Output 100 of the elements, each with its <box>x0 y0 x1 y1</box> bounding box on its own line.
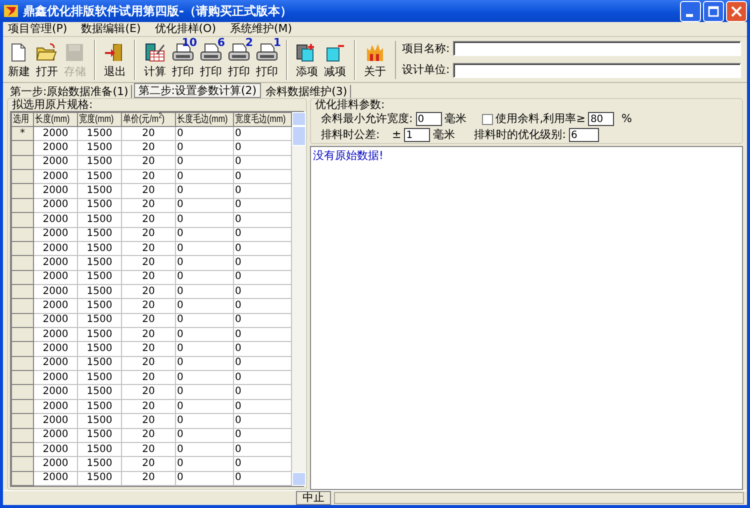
field-label: 项目名称: <box>402 40 450 56</box>
table-cell: 20 <box>122 414 176 428</box>
table-cell: 0 <box>234 313 292 328</box>
table-cell: 0 <box>176 370 234 385</box>
table-cell: 2000 <box>34 184 78 198</box>
table-cell: 2000 <box>34 399 78 414</box>
row-selector[interactable]: * <box>12 126 34 141</box>
tab[interactable]: 第一步:原始数据准备(1) <box>7 85 132 98</box>
table-cell: 0 <box>176 126 234 141</box>
table-cell: 2000 <box>34 284 78 299</box>
toolbar-button[interactable]: 减项 <box>321 38 349 82</box>
table-cell: 20 <box>122 241 176 256</box>
column-header: 宽度毛边(mm) <box>235 113 286 126</box>
toolbar-button[interactable]: 添项 <box>293 38 321 82</box>
table-cell: 0 <box>234 428 292 442</box>
table-cell: 0 <box>176 270 234 284</box>
table-cell: 1500 <box>78 212 122 228</box>
table-cell: 20 <box>122 370 176 385</box>
table-cell: 0 <box>234 198 292 213</box>
stop-button[interactable]: 中止 <box>296 491 331 505</box>
table-cell: 1500 <box>78 140 122 156</box>
table-cell: 2000 <box>34 155 78 170</box>
scrollbar[interactable] <box>292 112 306 486</box>
menu-item[interactable]: 系统维护(M) <box>230 20 292 38</box>
calculator-icon <box>144 42 166 64</box>
app-icon <box>3 3 19 19</box>
table-cell: 1500 <box>78 313 122 328</box>
table-cell: 20 <box>122 384 176 400</box>
column-header: 选用 <box>13 113 29 126</box>
table-cell: 20 <box>122 428 176 442</box>
field-label: 余料最小允许宽度: <box>321 110 413 127</box>
scroll-thumb[interactable] <box>292 126 306 146</box>
table-cell: 1500 <box>78 356 122 371</box>
table-cell: 2000 <box>34 170 78 184</box>
toolbar-button[interactable]: 2 打印 <box>225 38 253 82</box>
table-cell: 1500 <box>78 198 122 213</box>
table-cell: 2000 <box>34 126 78 141</box>
toolbar-button[interactable]: 打开 <box>33 38 61 82</box>
table-cell: 0 <box>176 313 234 328</box>
close-button[interactable] <box>726 0 747 22</box>
menu-item[interactable]: 优化排样(O) <box>154 20 216 38</box>
table-cell: 20 <box>122 284 176 299</box>
toolbar-button[interactable]: 6 打印 <box>197 38 225 82</box>
menu-item[interactable]: 数据编辑(E) <box>81 20 141 38</box>
table-cell: 0 <box>234 342 292 356</box>
toolbar-button[interactable]: 10 打印 <box>169 38 197 82</box>
toolbar-button[interactable]: 计算 <box>141 38 169 82</box>
table-cell: 2000 <box>34 456 78 472</box>
count-label: 1 <box>273 37 281 48</box>
table-cell: 0 <box>176 140 234 156</box>
table-cell: 1500 <box>78 256 122 270</box>
checkbox[interactable] <box>482 114 493 124</box>
table-cell: 0 <box>234 227 292 242</box>
plus-minus-label: ± <box>392 126 402 143</box>
toolbar-button[interactable]: 关于 <box>361 38 389 82</box>
menu-item[interactable]: 项目管理(P) <box>8 20 68 38</box>
number-field[interactable]: 80 <box>588 112 614 126</box>
table-cell: 20 <box>122 184 176 198</box>
table-cell: 0 <box>234 270 292 284</box>
table-cell: 0 <box>234 241 292 256</box>
table-cell: 20 <box>122 256 176 270</box>
window-title: 鼎鑫优化排版软件试用第四版-（请购买正式版本） <box>23 3 292 20</box>
tab[interactable]: 第二步:设置参数计算(2) <box>134 83 261 98</box>
table-cell: 20 <box>122 456 176 472</box>
table-cell: 0 <box>176 456 234 472</box>
table-cell: 0 <box>234 284 292 299</box>
table-cell: 0 <box>176 155 234 170</box>
number-field[interactable]: 0 <box>416 112 442 126</box>
table-cell: 20 <box>122 313 176 328</box>
table-cell: 1500 <box>78 370 122 385</box>
minimize-button[interactable] <box>680 0 701 22</box>
text-field[interactable] <box>452 62 741 78</box>
text-field[interactable] <box>452 41 741 56</box>
table-cell: 0 <box>234 328 292 342</box>
table-cell: 0 <box>234 414 292 428</box>
table-cell: 0 <box>176 442 234 457</box>
number-field[interactable]: 1 <box>404 128 430 142</box>
toolbar-button[interactable]: 退出 <box>101 38 129 82</box>
table-cell: 20 <box>122 342 176 356</box>
group-title: 优化排料参数: <box>314 99 386 111</box>
minimize-icon <box>686 14 692 16</box>
table-cell: 0 <box>176 184 234 198</box>
table-cell: 2000 <box>34 471 78 486</box>
table-cell: 0 <box>234 471 292 486</box>
table-cell: 2000 <box>34 212 78 228</box>
field-label: 排料时公差: <box>321 126 381 143</box>
count-label: 10 <box>182 37 197 48</box>
table-cell: 0 <box>234 184 292 198</box>
number-field[interactable]: 6 <box>568 128 599 142</box>
toolbar-button[interactable]: 1 打印 <box>253 38 281 82</box>
table-cell: 0 <box>234 399 292 414</box>
maximize-button[interactable] <box>703 0 724 22</box>
table-cell: 0 <box>234 442 292 457</box>
table-cell: 1500 <box>78 241 122 256</box>
table-cell: 2000 <box>34 384 78 400</box>
table-cell: 2000 <box>34 313 78 328</box>
table-cell: 0 <box>176 227 234 242</box>
toolbar-button[interactable]: 新建 <box>5 38 33 82</box>
tab[interactable]: 余料数据维护(3) <box>262 85 352 98</box>
table-cell: 0 <box>234 370 292 385</box>
